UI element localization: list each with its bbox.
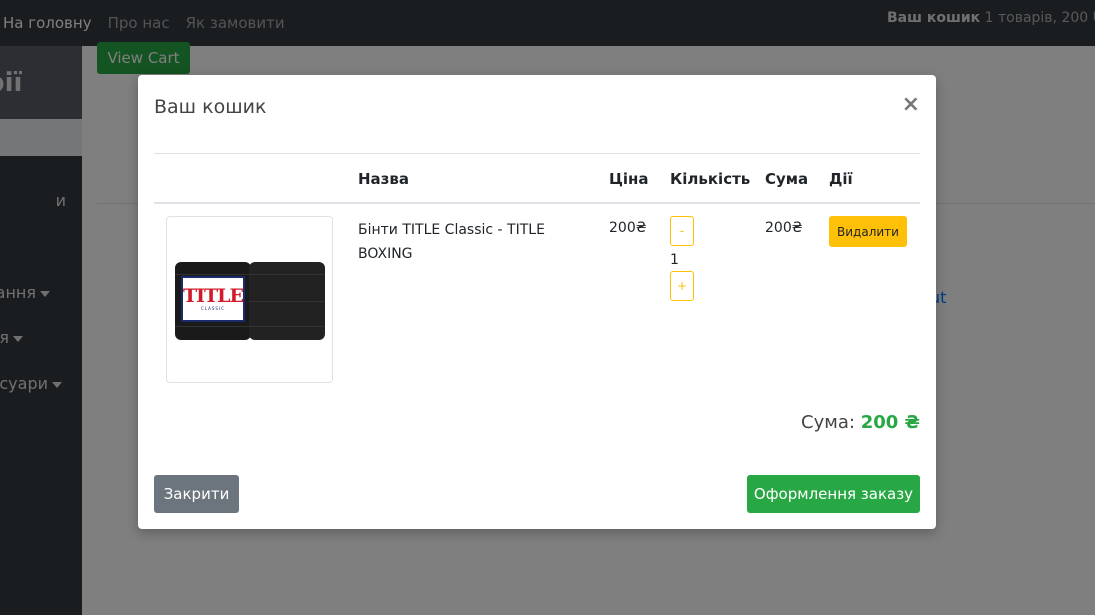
modal-title: Ваш кошик [154, 96, 267, 118]
column-header-name: Назва [358, 170, 410, 188]
title-logo-subtext: CLASSIC [201, 306, 225, 311]
product-sum: 200₴ [765, 220, 803, 236]
increase-quantity-button[interactable]: + [670, 271, 694, 301]
product-name-line: Бінти TITLE Classic - TITLE [358, 222, 545, 238]
product-image: TITLE CLASSIC [166, 216, 333, 383]
product-name-line: BOXING [358, 246, 413, 262]
total-value: 200 ₴ [860, 412, 920, 433]
title-logo: TITLE CLASSIC [181, 276, 245, 322]
total-label: Сума: [801, 412, 855, 433]
hand-wrap-roll: TITLE CLASSIC [175, 262, 251, 340]
remove-item-button[interactable]: Видалити [829, 216, 907, 247]
column-header-price: Ціна [609, 170, 649, 188]
hand-wrap-roll [249, 262, 325, 340]
checkout-button[interactable]: Оформлення заказу [747, 475, 920, 513]
decrease-quantity-button[interactable]: - [670, 216, 694, 246]
product-quantity: 1 [670, 252, 679, 268]
product-name: Бінти TITLE Classic - TITLE BOXING [358, 218, 545, 266]
column-header-quantity: Кількість [670, 170, 751, 188]
product-price: 200₴ [609, 220, 647, 236]
close-icon[interactable]: × [902, 94, 920, 116]
column-header-sum: Сума [765, 170, 809, 188]
cart-total: Сума: 200 ₴ [801, 412, 920, 433]
table-header-border [154, 202, 920, 204]
table-top-border [154, 153, 920, 154]
column-header-actions: Дії [829, 170, 853, 188]
close-modal-button[interactable]: Закрити [154, 475, 239, 513]
cart-modal: Ваш кошик × Назва Ціна Кількість Сума Ді… [138, 75, 936, 529]
title-logo-text: TITLE [183, 285, 244, 307]
